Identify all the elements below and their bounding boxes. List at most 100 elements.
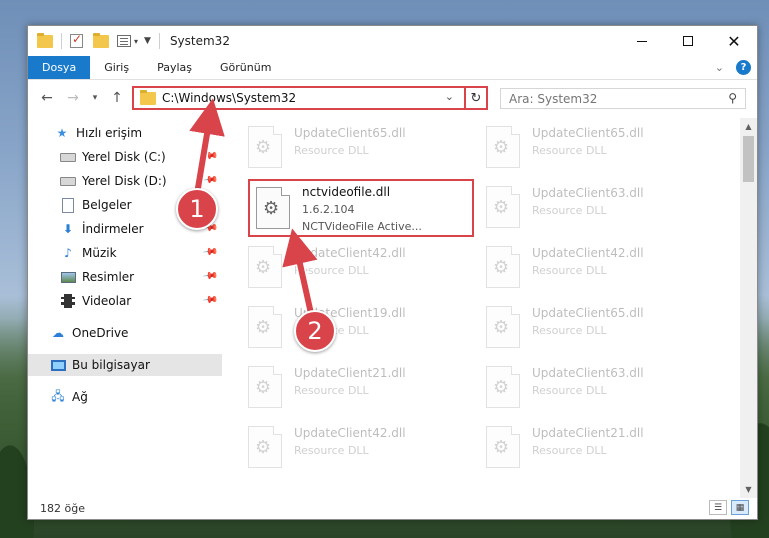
file-name: UpdateClient21.dll — [532, 426, 644, 440]
recent-locations-button[interactable]: ▾ — [88, 87, 102, 109]
file-item[interactable]: UpdateClient63.dll Resource DLL — [464, 362, 684, 414]
chevron-down-icon[interactable]: ▾ — [134, 37, 138, 46]
sidebar-item-label: Resimler — [82, 270, 135, 284]
details-view-button[interactable]: ☰ — [709, 500, 727, 515]
file-item[interactable]: UpdateClient63.dll Resource DLL — [464, 182, 684, 234]
file-item[interactable]: UpdateClient19.dll Resource DLL — [226, 302, 446, 354]
network-icon: 🖧 — [51, 388, 65, 403]
file-type: Resource DLL — [294, 444, 369, 457]
dll-file-icon — [248, 366, 282, 408]
file-list: UpdateClient65.dll Resource DLL nctvideo… — [226, 118, 741, 488]
dll-file-icon — [248, 246, 282, 288]
file-name: UpdateClient42.dll — [294, 246, 406, 260]
file-item[interactable]: UpdateClient42.dll Resource DLL — [464, 242, 684, 294]
item-count: 182 öğe — [40, 501, 85, 515]
scroll-thumb[interactable] — [743, 136, 754, 182]
tab-gorunum[interactable]: Görünüm — [206, 56, 285, 79]
vertical-scrollbar[interactable]: ▲ ▼ — [740, 118, 757, 498]
navigation-pane: ★ Hızlı erişim Yerel Disk (C:) 📌 Yerel D… — [28, 118, 222, 488]
maximize-icon — [683, 36, 693, 46]
search-input[interactable] — [509, 91, 709, 106]
tab-paylas[interactable]: Paylaş — [143, 56, 206, 79]
dll-file-icon — [486, 186, 520, 228]
maximize-button[interactable] — [665, 26, 711, 56]
details-view-icon: ☰ — [713, 502, 723, 513]
highlighted-file-item[interactable]: nctvideofile.dll 1.6.2.104 NCTVideoFile … — [248, 179, 474, 237]
step-1-badge: 1 — [176, 188, 218, 230]
file-item[interactable]: UpdateClient42.dll Resource DLL — [226, 422, 446, 474]
customize-toolbar-icon[interactable]: ▼ — [144, 36, 151, 46]
sidebar-item-label: İndirmeler — [82, 222, 144, 236]
file-name: UpdateClient63.dll — [532, 186, 644, 200]
file-type: Resource DLL — [532, 444, 607, 457]
pictures-icon — [60, 269, 76, 285]
sidebar-item-pictures[interactable]: Resimler 📌 — [28, 266, 222, 288]
close-button[interactable]: ✕ — [711, 26, 757, 56]
dll-file-icon — [486, 246, 520, 288]
sidebar-item-videos[interactable]: Videolar 📌 — [28, 290, 222, 312]
pin-icon: 📌 — [201, 292, 219, 309]
sidebar-item-this-pc[interactable]: Bu bilgisayar — [28, 354, 222, 376]
expand-ribbon-icon[interactable]: ⌄ — [715, 61, 724, 74]
refresh-button[interactable]: ↻ — [464, 86, 488, 110]
pin-icon: 📌 — [201, 268, 219, 285]
new-folder-icon[interactable] — [93, 32, 109, 48]
sidebar-item-onedrive[interactable]: ☁ OneDrive — [28, 322, 222, 344]
navigation-bar: ← → ▾ ↑ C:\Windows\System32 ⌄ ↻ ⚲ — [28, 81, 757, 115]
file-item[interactable]: UpdateClient21.dll Resource DLL — [464, 422, 684, 474]
scroll-down-icon[interactable]: ▼ — [740, 481, 757, 498]
search-box[interactable]: ⚲ — [500, 88, 746, 109]
drive-icon — [60, 173, 76, 189]
search-icon[interactable]: ⚲ — [728, 91, 737, 105]
file-item[interactable]: UpdateClient65.dll Resource DLL — [464, 302, 684, 354]
dll-file-icon — [486, 306, 520, 348]
sidebar-item-label: Ağ — [72, 390, 88, 404]
tab-dosya[interactable]: Dosya — [28, 56, 91, 79]
sidebar-item-label: OneDrive — [72, 326, 129, 340]
sidebar-item-music[interactable]: ♪ Müzik 📌 — [28, 242, 222, 264]
file-type: Resource DLL — [294, 384, 369, 397]
file-type: Resource DLL — [532, 264, 607, 277]
address-path[interactable]: C:\Windows\System32 — [162, 91, 296, 105]
sidebar-item-label: Hızlı erişim — [76, 126, 143, 140]
view-toggle: ☰ ▦ — [705, 500, 749, 515]
address-dropdown-icon[interactable]: ⌄ — [445, 90, 454, 103]
properties-check-icon[interactable] — [70, 32, 83, 48]
minimize-button[interactable] — [619, 26, 665, 56]
folder-icon — [37, 32, 53, 48]
help-icon[interactable]: ? — [736, 60, 751, 75]
sidebar-item-quick-access[interactable]: ★ Hızlı erişim — [28, 122, 222, 144]
sidebar-item-network[interactable]: 🖧 Ağ — [28, 386, 222, 408]
file-explorer-window: ▾ ▼ System32 ✕ Dosya Giriş Paylaş Görünü… — [27, 25, 758, 520]
file-item[interactable]: UpdateClient65.dll Resource DLL — [464, 122, 684, 174]
sidebar-item-local-disk-c[interactable]: Yerel Disk (C:) 📌 — [28, 146, 222, 168]
drive-icon — [60, 149, 76, 165]
back-button[interactable]: ← — [36, 87, 58, 109]
quick-access-toolbar: ▾ ▼ — [70, 32, 151, 48]
refresh-icon: ↻ — [470, 90, 482, 106]
ribbon-tabs: Dosya Giriş Paylaş Görünüm ⌄ ? — [28, 56, 757, 80]
close-icon: ✕ — [727, 31, 741, 51]
list-properties-icon[interactable] — [117, 35, 131, 47]
video-icon — [60, 293, 76, 309]
window-title: System32 — [169, 34, 230, 48]
address-bar[interactable]: C:\Windows\System32 ⌄ — [132, 86, 488, 110]
file-type: Resource DLL — [532, 324, 607, 337]
tab-giris[interactable]: Giriş — [90, 56, 143, 79]
up-button[interactable]: ↑ — [106, 87, 128, 109]
file-item[interactable]: UpdateClient42.dll Resource DLL — [226, 242, 446, 294]
pin-icon: 📌 — [201, 244, 219, 261]
scroll-up-icon[interactable]: ▲ — [740, 118, 757, 135]
file-name: UpdateClient42.dll — [532, 246, 644, 260]
forward-button[interactable]: → — [62, 87, 84, 109]
dll-file-icon — [486, 366, 520, 408]
dll-file-icon — [248, 306, 282, 348]
file-name: UpdateClient65.dll — [532, 306, 644, 320]
divider — [158, 33, 160, 49]
star-icon: ★ — [56, 126, 68, 140]
sidebar-item-label: Müzik — [82, 246, 117, 260]
file-item[interactable]: UpdateClient21.dll Resource DLL — [226, 362, 446, 414]
computer-icon — [50, 357, 66, 373]
tiles-view-button[interactable]: ▦ — [731, 500, 749, 515]
file-item[interactable]: UpdateClient65.dll Resource DLL — [226, 122, 446, 174]
